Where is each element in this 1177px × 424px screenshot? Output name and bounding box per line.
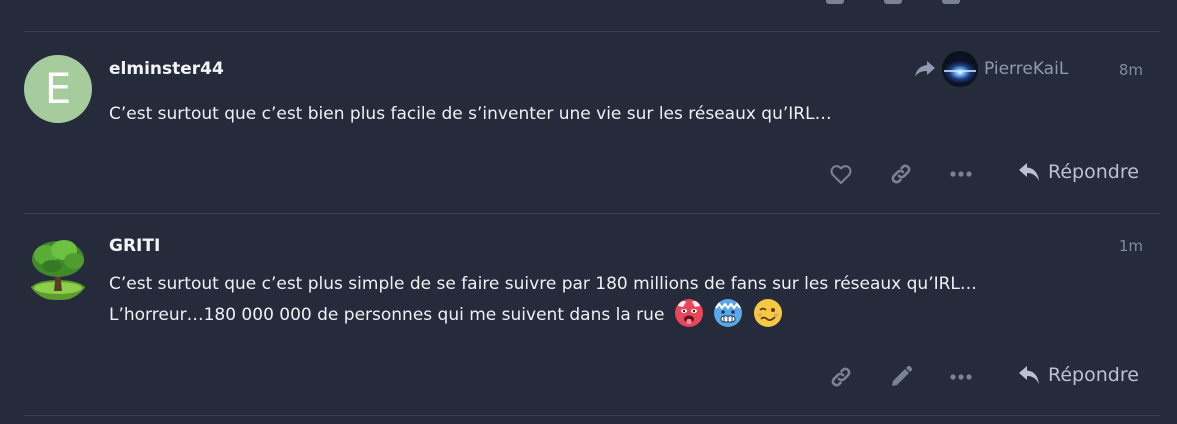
reply-to-username: PierreKaiL — [984, 59, 1069, 79]
post-timestamp[interactable]: 8m — [1119, 61, 1143, 79]
hot-face-emoji — [674, 299, 703, 327]
post-line: C’est surtout que c’est plus simple de s… — [109, 274, 977, 294]
reply-button[interactable]: Répondre — [1018, 364, 1139, 386]
reply-label: Répondre — [1048, 364, 1139, 386]
post-line: L’horreur…180 000 000 de personnes qui m… — [109, 305, 665, 325]
reply-to-indicator[interactable]: PierreKaiL — [914, 51, 1068, 87]
reply-icon — [1019, 163, 1039, 181]
reply-icon — [1019, 366, 1039, 384]
previous-edit-icon — [884, 0, 902, 4]
tree-avatar-image — [30, 240, 86, 300]
post-line-with-emoji: L’horreur…180 000 000 de personnes qui m… — [109, 298, 977, 329]
post-divider — [24, 213, 1160, 214]
post-divider — [24, 31, 1160, 32]
woozy-face-emoji — [753, 299, 782, 327]
more-icon[interactable] — [949, 162, 973, 186]
previous-post-actions-fragment — [0, 0, 1177, 8]
post-timestamp[interactable]: 1m — [1119, 237, 1143, 255]
pencil-icon[interactable] — [889, 365, 913, 389]
username[interactable]: elminster44 — [109, 59, 224, 79]
post-divider — [24, 415, 1160, 416]
heart-icon[interactable] — [829, 162, 853, 186]
share-arrow-icon — [915, 61, 935, 77]
reply-to-avatar — [942, 51, 978, 87]
link-icon[interactable] — [889, 162, 913, 186]
previous-more-icon — [942, 0, 960, 4]
post-body: C’est surtout que c’est plus simple de s… — [109, 271, 977, 329]
reply-button[interactable]: Répondre — [1018, 161, 1139, 183]
avatar[interactable] — [24, 233, 92, 301]
link-icon[interactable] — [829, 365, 853, 389]
avatar[interactable]: E — [24, 55, 92, 123]
reply-label: Répondre — [1048, 161, 1139, 183]
username[interactable]: GRITI — [109, 236, 160, 256]
post-body: C’est surtout que c’est bien plus facile… — [109, 101, 832, 128]
cold-face-emoji — [714, 299, 743, 327]
more-icon[interactable] — [949, 365, 973, 389]
avatar-letter: E — [44, 64, 72, 113]
previous-link-icon — [826, 0, 844, 4]
post-line: C’est surtout que c’est bien plus facile… — [109, 104, 832, 124]
